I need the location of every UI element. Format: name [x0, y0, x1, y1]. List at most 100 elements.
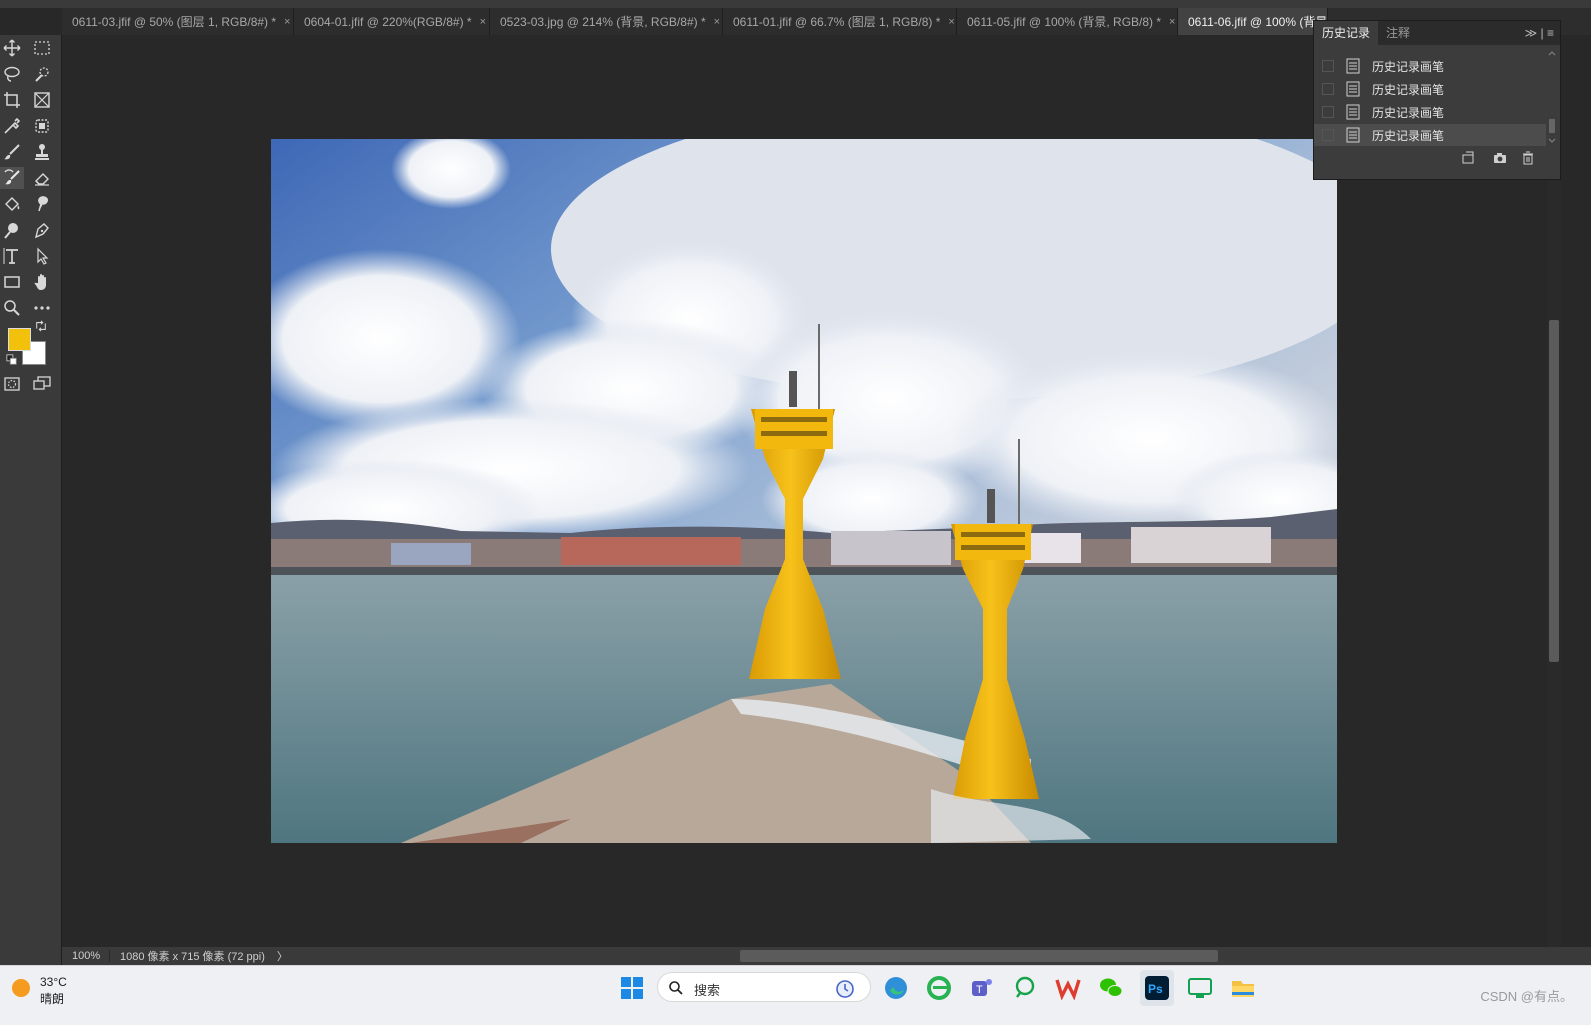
- svg-text:T: T: [976, 984, 983, 996]
- history-state[interactable]: 历史记录画笔: [1314, 101, 1546, 123]
- doc-tab-label: 0604-01.jfif @ 220%(RGB/8#) *: [304, 14, 472, 29]
- rectangle-tool-icon[interactable]: [0, 271, 24, 293]
- wechat-icon[interactable]: [1097, 974, 1125, 1002]
- close-icon[interactable]: ×: [1169, 16, 1175, 28]
- trash-icon[interactable]: [1520, 150, 1536, 166]
- remote-desktop-icon[interactable]: [1186, 974, 1214, 1002]
- photoshop-icon[interactable]: Ps: [1143, 974, 1171, 1002]
- doc-tab-0611-06[interactable]: 0611-06.jfif @ 100% (背景: [1178, 8, 1328, 35]
- dodge-icon[interactable]: [0, 219, 24, 241]
- history-source-checkbox[interactable]: [1322, 129, 1334, 141]
- windows-taskbar: 33°C 晴朗 搜索 T Ps CSDN @有点。: [0, 965, 1591, 1025]
- history-state-label: 历史记录画笔: [1372, 105, 1445, 120]
- wps-office-icon[interactable]: [1054, 974, 1082, 1002]
- doc-tab-0611-05[interactable]: 0611-05.jfif @ 100% (背景, RGB/8) * ×: [957, 8, 1178, 35]
- path-select-icon[interactable]: [30, 245, 54, 267]
- screen-mode-icon[interactable]: [30, 373, 54, 395]
- windows-start-icon[interactable]: [618, 974, 646, 1002]
- vertical-scrollbar-thumb[interactable]: [1549, 320, 1559, 662]
- doc-tab-0604-01[interactable]: 0604-01.jfif @ 220%(RGB/8#) * ×: [294, 8, 490, 35]
- history-state-label: 历史记录画笔: [1372, 128, 1445, 143]
- status-menu-arrow[interactable]: 〉: [277, 948, 288, 964]
- doc-tab-label: 0611-05.jfif @ 100% (背景, RGB/8) *: [967, 15, 1162, 29]
- svg-text:Ps: Ps: [1148, 982, 1163, 996]
- more-tools-icon[interactable]: [30, 297, 54, 319]
- taskbar-search-box[interactable]: 搜索: [657, 972, 871, 1002]
- document-icon: [1346, 104, 1360, 120]
- stamp-tool-icon[interactable]: [30, 141, 54, 163]
- type-tool-icon[interactable]: [0, 245, 24, 267]
- history-panel: 历史记录 注释 ≫ | ≡ 历史记录画笔 历史记录画笔 历史记录画笔 历史记录画…: [1313, 20, 1561, 180]
- document-dimensions: 1080 像素 x 715 像素 (72 ppi): [120, 951, 265, 963]
- eraser-icon[interactable]: [30, 167, 54, 189]
- zoom-level[interactable]: 100%: [62, 950, 110, 962]
- camera-icon[interactable]: [1492, 150, 1508, 166]
- document-image[interactable]: [271, 139, 1337, 843]
- swap-colors-icon[interactable]: [34, 319, 48, 333]
- weather-sun-icon[interactable]: [12, 979, 30, 997]
- close-icon[interactable]: ×: [480, 16, 486, 28]
- document-icon: [1346, 127, 1360, 143]
- panel-tab-bar: 历史记录 注释 ≫ | ≡: [1314, 21, 1560, 45]
- pen-tool-icon[interactable]: [30, 219, 54, 241]
- doc-tab-label: 0611-06.jfif @ 100% (背景: [1188, 15, 1328, 29]
- panel-menu-icon[interactable]: ≫ | ≡: [1525, 21, 1554, 45]
- quick-mask-icon[interactable]: [0, 373, 24, 395]
- doc-tab-0523-03[interactable]: 0523-03.jpg @ 214% (背景, RGB/8#) * ×: [490, 8, 723, 35]
- doc-tab-0611-03[interactable]: 0611-03.jfif @ 50% (图层 1, RGB/8#) * ×: [62, 8, 294, 35]
- bucket-icon[interactable]: [0, 193, 24, 215]
- history-state-label: 历史记录画笔: [1372, 59, 1445, 74]
- marquee-tool-icon[interactable]: [30, 37, 54, 59]
- weather-description[interactable]: 晴朗: [40, 990, 64, 1007]
- brush-tool-icon[interactable]: [0, 141, 24, 163]
- beach-beacons-photo: [271, 139, 1337, 843]
- history-state-selected[interactable]: 历史记录画笔: [1314, 124, 1546, 146]
- search-placeholder: 搜索: [694, 983, 721, 998]
- csdn-watermark: CSDN @有点。: [1480, 989, 1573, 1004]
- default-colors-icon[interactable]: [5, 353, 19, 367]
- edge-browser-icon[interactable]: [882, 974, 910, 1002]
- quick-select-icon[interactable]: [30, 63, 54, 85]
- file-explorer-icon[interactable]: [1229, 974, 1257, 1002]
- hand-tool-icon[interactable]: [30, 271, 54, 293]
- patch-tool-icon[interactable]: [30, 115, 54, 137]
- lasso-tool-icon[interactable]: [0, 63, 24, 85]
- panel-actions: [1314, 145, 1560, 171]
- history-state[interactable]: 历史记录画笔: [1314, 78, 1546, 100]
- document-icon: [1346, 58, 1360, 74]
- ie-browser-icon[interactable]: [925, 974, 953, 1002]
- history-brush-icon[interactable]: [0, 167, 24, 189]
- close-icon[interactable]: ×: [714, 16, 720, 28]
- zoom-tool-icon[interactable]: [0, 297, 24, 319]
- search-icon: [669, 981, 683, 995]
- search-highlight-icon: [836, 980, 854, 998]
- move-tool-icon[interactable]: [0, 37, 24, 59]
- doc-tab-0611-01[interactable]: 0611-01.jfif @ 66.7% (图层 1, RGB/8) * ×: [723, 8, 957, 35]
- close-icon[interactable]: ×: [284, 16, 290, 28]
- history-source-checkbox[interactable]: [1322, 60, 1334, 72]
- doc-tab-label: 0611-01.jfif @ 66.7% (图层 1, RGB/8) *: [733, 15, 941, 29]
- history-state-label: 历史记录画笔: [1372, 82, 1445, 97]
- history-state[interactable]: 历史记录画笔: [1314, 55, 1546, 77]
- new-document-from-state-icon[interactable]: [1460, 150, 1476, 166]
- history-source-checkbox[interactable]: [1322, 106, 1334, 118]
- close-icon[interactable]: ×: [948, 16, 954, 28]
- status-bar: 100% 1080 像素 x 715 像素 (72 ppi) 〉: [62, 947, 1591, 965]
- document-icon: [1346, 81, 1360, 97]
- weather-temperature[interactable]: 33°C: [40, 975, 67, 989]
- smudge-icon[interactable]: [30, 193, 54, 215]
- history-source-checkbox[interactable]: [1322, 83, 1334, 95]
- crop-tool-icon[interactable]: [0, 89, 24, 111]
- frame-tool-icon[interactable]: [30, 89, 54, 111]
- tab-notes[interactable]: 注释: [1378, 21, 1418, 45]
- teams-icon[interactable]: T: [968, 974, 996, 1002]
- panel-scrollbar[interactable]: [1546, 49, 1558, 145]
- tools-panel: [0, 35, 62, 980]
- tab-history[interactable]: 历史记录: [1314, 21, 1379, 45]
- doc-tab-label: 0611-03.jfif @ 50% (图层 1, RGB/8#) *: [72, 15, 277, 29]
- horizontal-scrollbar-thumb[interactable]: [740, 950, 1218, 962]
- chat-search-icon[interactable]: [1011, 974, 1039, 1002]
- eyedropper-icon[interactable]: [0, 115, 24, 137]
- window-top-strip: [0, 0, 1591, 8]
- foreground-color-swatch[interactable]: [8, 328, 31, 351]
